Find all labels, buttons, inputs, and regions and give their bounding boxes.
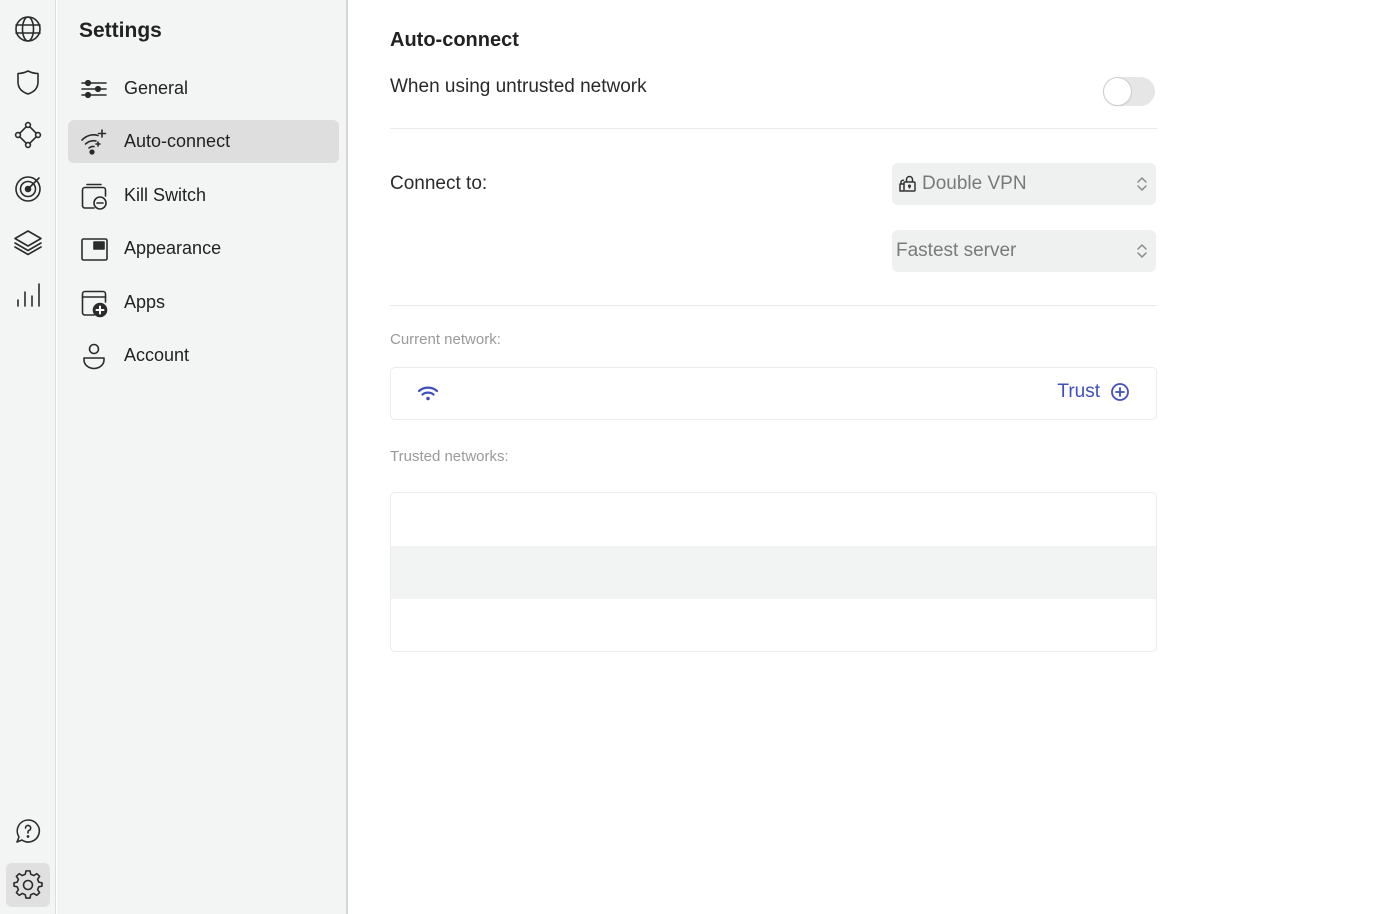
- wifi-icon: [417, 384, 439, 404]
- meshnet-icon: [14, 121, 42, 149]
- toggle-knob: [1104, 78, 1131, 105]
- chevron-up-down-icon: [1136, 242, 1148, 260]
- sidebar-item-appearance[interactable]: Appearance: [68, 227, 339, 270]
- untrusted-network-label: When using untrusted network: [390, 76, 647, 97]
- help-bubble-icon: [16, 819, 41, 843]
- sidebar-item-account[interactable]: Account: [68, 334, 339, 377]
- current-network-label: Current network:: [390, 331, 501, 348]
- shield-icon: [17, 70, 39, 95]
- server-type-select[interactable]: Double VPN: [892, 163, 1156, 205]
- divider: [390, 128, 1157, 129]
- settings-sidebar: Settings General Auto-connect Kill Switc…: [57, 0, 348, 914]
- rail-shield-button[interactable]: [6, 60, 50, 104]
- list-item: [391, 493, 1156, 546]
- gear-icon: [13, 870, 43, 899]
- appearance-icon: [79, 234, 109, 264]
- chevron-up-down-icon: [1136, 175, 1148, 193]
- sidebar-item-label: Account: [124, 345, 190, 365]
- target-icon: [15, 176, 41, 202]
- layers-icon: [14, 230, 42, 256]
- sliders-icon: [79, 74, 109, 104]
- sidebar-item-label: Auto-connect: [124, 131, 231, 151]
- connect-to-label: Connect to:: [390, 173, 488, 194]
- server-value: Fastest server: [896, 240, 1017, 261]
- divider: [390, 305, 1157, 306]
- wifi-sparkle-icon: [79, 127, 109, 157]
- list-item: [391, 546, 1156, 599]
- rail-meshnet-button[interactable]: [6, 113, 50, 157]
- trusted-networks-label: Trusted networks:: [390, 448, 509, 465]
- trusted-networks-list: [390, 492, 1157, 652]
- trust-network-button[interactable]: Trust: [1057, 381, 1130, 403]
- bar-chart-icon: [17, 283, 40, 307]
- globe-icon: [15, 16, 41, 42]
- list-item: [391, 599, 1156, 651]
- trust-label: Trust: [1057, 381, 1100, 402]
- sidebar-item-label: Kill Switch: [124, 185, 207, 205]
- apps-add-icon: [79, 288, 109, 318]
- rail-layers-button[interactable]: [6, 220, 50, 264]
- current-network-row: Trust: [390, 367, 1157, 420]
- rail-help-button[interactable]: [6, 809, 50, 853]
- page-title: Auto-connect: [390, 29, 519, 51]
- icon-rail: [0, 0, 56, 914]
- rail-stats-button[interactable]: [6, 273, 50, 317]
- user-icon: [79, 341, 109, 371]
- main-panel: Auto-connect When using untrusted networ…: [350, 0, 1400, 914]
- rail-globe-button[interactable]: [6, 7, 50, 51]
- untrusted-network-toggle[interactable]: [1103, 77, 1155, 106]
- rail-threat-protection-button[interactable]: [6, 166, 50, 210]
- rail-settings-button[interactable]: [6, 863, 50, 907]
- server-select[interactable]: Fastest server: [892, 230, 1156, 272]
- plus-circle-icon: [1110, 382, 1130, 402]
- server-type-value: Double VPN: [922, 173, 1027, 194]
- sidebar-item-general[interactable]: General: [68, 67, 339, 110]
- sidebar-title: Settings: [79, 19, 162, 42]
- sidebar-item-apps[interactable]: Apps: [68, 281, 339, 324]
- double-lock-icon: [896, 173, 918, 195]
- sidebar-item-label: Apps: [124, 292, 166, 312]
- sidebar-item-kill-switch[interactable]: Kill Switch: [68, 174, 339, 217]
- sidebar-item-label: Appearance: [124, 238, 222, 258]
- kill-switch-icon: [79, 181, 109, 211]
- sidebar-item-label: General: [124, 78, 189, 98]
- sidebar-item-auto-connect[interactable]: Auto-connect: [68, 120, 339, 163]
